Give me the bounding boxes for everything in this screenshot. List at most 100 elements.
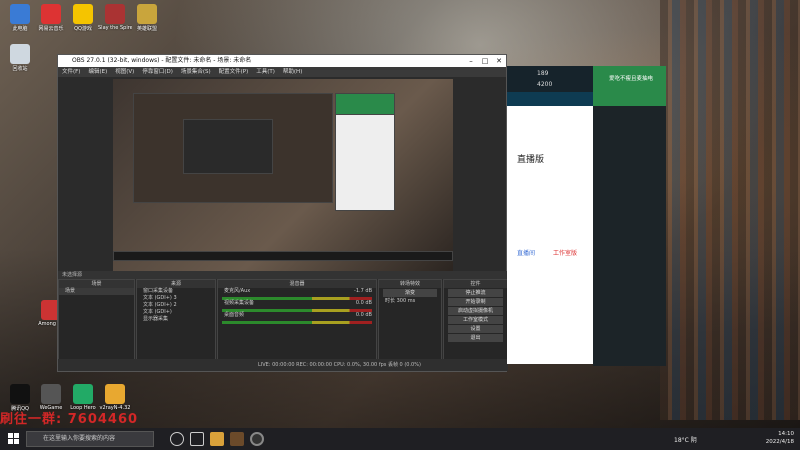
clock-time: 14:10 — [778, 431, 794, 437]
mixer-channel: 麦克风/Aux -1.7 dB — [218, 288, 376, 300]
app-icon[interactable] — [230, 432, 244, 446]
mixer-channel-name: 麦克风/Aux — [224, 288, 251, 294]
task-view-icon[interactable] — [190, 432, 204, 446]
app-icon — [41, 4, 61, 24]
desktop-icon-label: 此电脑 — [12, 26, 28, 32]
app-icon — [10, 4, 30, 24]
weather-widget[interactable]: 18°C 阴 — [674, 435, 697, 444]
control-button[interactable]: 工作室模式 — [448, 316, 503, 324]
source-item[interactable]: 显示器采集 — [137, 316, 215, 323]
app-icon — [105, 384, 125, 404]
controls-header: 控件 — [444, 280, 507, 288]
desktop-icon-label: 英雄联盟 — [136, 26, 157, 32]
scene-item[interactable]: 场景 — [59, 288, 134, 295]
duration-label: 时长 — [385, 298, 396, 304]
mixer-header: 混音器 — [218, 280, 376, 288]
duration-input[interactable]: 300 ms — [397, 298, 416, 304]
chat-header: 爱吃不瘦且麦抽电 — [593, 66, 666, 106]
desktop-icon[interactable]: Slay the Spire — [98, 4, 132, 31]
web-panel: 直播版 直播间 工作室版 — [507, 92, 593, 364]
desktop-icon-label: 网易云音乐 — [38, 26, 64, 32]
transitions-dock: 转场特效 渐变 时长 300 ms — [378, 279, 442, 361]
mixer-channel: 桌面音频 0.0 dB — [218, 312, 376, 324]
scenes-dock: 场景 场景 — [58, 279, 135, 361]
wallpaper-bookshelf — [660, 0, 800, 420]
transition-select[interactable]: 渐变 — [383, 289, 437, 297]
control-button[interactable]: 停止推流 — [448, 289, 503, 297]
obs-window-title: OBS 27.0.1 (32-bit, windows) - 配置文件: 未命名… — [72, 57, 252, 64]
app-icon — [73, 4, 93, 24]
scenes-header: 场景 — [59, 280, 134, 288]
obs-menu-item[interactable]: 工具(T) — [256, 69, 275, 75]
app-icon — [10, 44, 30, 64]
mixer-channel-name: 桌面音频 — [224, 312, 245, 318]
source-item[interactable]: 文本 (GDI+) 3 — [137, 295, 215, 302]
sources-header: 来源 — [137, 280, 215, 288]
desktop-icon[interactable]: QQ游戏 — [66, 4, 100, 32]
chat-panel: 爱吃不瘦且麦抽电 — [593, 66, 666, 366]
obs-status-bar: LIVE: 00:00:00 REC: 00:00:00 CPU: 0.0%, … — [58, 359, 508, 371]
obs-menu-item[interactable]: 场景集合(S) — [181, 69, 211, 75]
taskbar: 在这里输入你要搜索的内容 18°C 阴 14:10 2022/4/18 — [0, 428, 800, 450]
app-icon — [137, 4, 157, 24]
obs-menu-bar: 文件(F) 编辑(E) 视图(V) 停靠窗口(D) 场景集合(S) 配置文件(P) 工具(T… — [58, 67, 506, 77]
mixer-channel-level: 0.0 dB — [355, 312, 372, 318]
source-item[interactable]: 文本 (GDI+) — [137, 309, 215, 316]
app-icon — [10, 384, 30, 404]
minimize-icon[interactable]: – — [464, 55, 478, 67]
web-heading: 直播版 — [517, 155, 545, 165]
source-item[interactable]: 窗口采集设备 — [137, 288, 215, 295]
mixer-dock: 混音器 麦克风/Aux -1.7 dB 视频采集设备 0.0 dB 桌面音频 0.0 dB — [217, 279, 377, 361]
obs-menu-item[interactable]: 停靠窗口(D) — [142, 69, 173, 75]
app-icon — [105, 4, 125, 24]
desktop-icon[interactable]: 网易云音乐 — [34, 4, 68, 32]
desktop-icon[interactable]: v2rayN-4.32 — [98, 384, 132, 411]
control-button[interactable]: 开始录制 — [448, 298, 503, 306]
obs-menu-item[interactable]: 视图(V) — [115, 69, 134, 75]
app-icon — [73, 384, 93, 404]
control-button[interactable]: 启动虚拟摄像机 — [448, 307, 503, 315]
start-icon[interactable] — [8, 433, 20, 445]
transitions-header: 转场特效 — [379, 280, 441, 288]
control-button[interactable]: 退出 — [448, 334, 503, 342]
control-button[interactable]: 设置 — [448, 325, 503, 333]
obs-menu-item[interactable]: 配置文件(P) — [219, 69, 249, 75]
mixer-channel-level: 0.0 dB — [355, 300, 372, 306]
file-explorer-icon[interactable] — [210, 432, 224, 446]
close-icon[interactable]: ✕ — [492, 55, 506, 67]
volume-meter[interactable] — [222, 321, 372, 324]
desktop-icon[interactable]: 此电脑 — [3, 4, 37, 32]
mixer-channel-level: -1.7 dB — [354, 288, 372, 294]
overlay-text: 刷往一群: 7604460 — [0, 412, 139, 427]
obs-menu-item[interactable]: 文件(F) — [62, 69, 80, 75]
clock-date: 2022/4/18 — [765, 439, 794, 445]
desktop-icon-label: 回收站 — [12, 66, 28, 72]
sources-dock: 来源 窗口采集设备 文本 (GDI+) 3 文本 (GDI+) 2 文本 (GDI+)… — [136, 279, 216, 361]
web-link-live[interactable]: 直播间 — [517, 248, 535, 257]
obs-preview[interactable] — [113, 79, 453, 275]
desktop-icon[interactable]: 回收站 — [3, 44, 37, 72]
mixer-channel: 视频采集设备 0.0 dB — [218, 300, 376, 312]
desktop-icon[interactable]: 英雄联盟 — [130, 4, 164, 32]
obs-taskbar-icon[interactable] — [250, 432, 264, 446]
taskbar-search-input[interactable]: 在这里输入你要搜索的内容 — [26, 431, 154, 447]
desktop-icon-label: Slay the Spire — [98, 25, 132, 31]
maximize-icon[interactable]: □ — [478, 55, 492, 67]
obs-title-bar: OBS 27.0.1 (32-bit, windows) - 配置文件: 未命名… — [58, 55, 506, 67]
source-item[interactable]: 文本 (GDI+) 2 — [137, 302, 215, 309]
stream-stats-bar: 189 4200 — [507, 66, 593, 92]
mixer-channel-name: 视频采集设备 — [224, 300, 255, 306]
desktop-icon[interactable]: Loop Hero — [66, 384, 100, 411]
cortana-icon[interactable] — [170, 432, 184, 446]
obs-menu-item[interactable]: 编辑(E) — [88, 69, 107, 75]
controls-dock: 控件 停止推流 开始录制 启动虚拟摄像机 工作室模式 设置 退出 — [443, 279, 508, 361]
desktop-icon-label: QQ游戏 — [74, 26, 92, 32]
obs-window[interactable]: OBS 27.0.1 (32-bit, windows) - 配置文件: 未命名… — [57, 54, 508, 372]
web-link-studio[interactable]: 工作室版 — [553, 248, 577, 257]
desktop-icon[interactable]: WeGame — [34, 384, 68, 411]
no-source-label: 未选择源 — [58, 271, 508, 279]
obs-menu-item[interactable]: 帮助(H) — [283, 69, 302, 75]
secondary-count: 4200 — [537, 81, 553, 88]
clock[interactable]: 14:10 2022/4/18 — [766, 430, 794, 446]
chat-title: 爱吃不瘦且麦抽电 — [609, 76, 654, 82]
